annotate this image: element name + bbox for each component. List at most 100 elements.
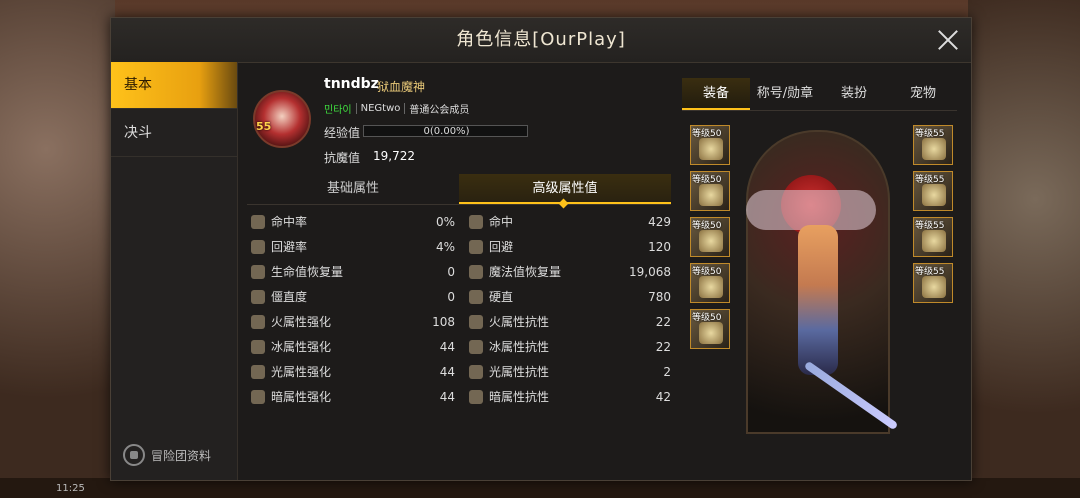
stat-value: 19,068 — [629, 265, 671, 279]
item-icon — [922, 184, 946, 206]
slot-level: 等级55 — [915, 221, 945, 231]
background-left — [0, 0, 115, 498]
stat-row: 暗属性抗性 42 — [465, 386, 671, 408]
equipment-slot[interactable]: 等级50 — [690, 263, 730, 303]
slot-level: 等级55 — [915, 129, 945, 139]
slot-level: 等级55 — [915, 175, 945, 185]
stat-label: 冰属性强化 — [271, 340, 332, 354]
item-icon — [699, 276, 723, 298]
stat-label: 僵直度 — [271, 290, 308, 304]
item-icon — [922, 276, 946, 298]
stat-label: 冰属性抗性 — [489, 340, 550, 354]
equipment-tabs: 装备 称号/勋章 装扮 宠物 — [682, 78, 957, 111]
stat-row: 火属性强化 108 — [247, 311, 455, 333]
stat-row: 魔法值恢复量 19,068 — [465, 261, 671, 283]
light-resist-icon — [469, 365, 483, 379]
stat-value: 4% — [435, 240, 455, 254]
adventure-team-label: 冒险团资料 — [151, 448, 212, 463]
equipment-slot[interactable]: 等级50 — [690, 217, 730, 257]
level-badge: 55 — [256, 120, 272, 133]
item-icon — [699, 138, 723, 160]
exp-label: 经验值 — [324, 126, 361, 140]
tab-pet[interactable]: 宠物 — [889, 78, 957, 110]
character-name: tnndbz — [324, 76, 379, 92]
stat-row: 冰属性抗性 22 — [465, 336, 671, 358]
mp-regen-icon — [469, 265, 483, 279]
stat-value: 108 — [432, 315, 455, 329]
stat-label: 硬直 — [489, 290, 514, 304]
item-icon — [922, 230, 946, 252]
equipment-slot[interactable]: 等级55 — [913, 217, 953, 257]
character-info-panel: 角色信息[OurPlay] 基本 决斗 冒险团资料 55 tnndbz 狱血魔神… — [110, 17, 972, 481]
panel-header: 角色信息[OurPlay] — [111, 18, 971, 63]
evasion-icon — [251, 240, 265, 254]
guild-name: NEGtwo — [360, 103, 401, 114]
stat-label: 命中率 — [271, 215, 308, 229]
ice-icon — [251, 340, 265, 354]
stat-label: 回避 — [489, 240, 514, 254]
stat-label: 火属性抗性 — [489, 315, 550, 329]
guild-tag: 민타이 — [324, 105, 352, 116]
equipment-slot[interactable]: 等级50 — [690, 171, 730, 211]
ice-resist-icon — [469, 340, 483, 354]
stat-label: 火属性强化 — [271, 315, 332, 329]
stat-label: 命中 — [489, 215, 514, 229]
stat-label: 暗属性抗性 — [489, 390, 550, 404]
tab-basic-stats[interactable]: 基础属性 — [247, 174, 459, 204]
stat-label: 光属性强化 — [271, 365, 332, 379]
bottom-bar: 11:25 — [0, 478, 1080, 498]
stat-value: 2 — [663, 365, 671, 379]
tab-avatar[interactable]: 装扮 — [820, 78, 888, 110]
tab-equipment[interactable]: 装备 — [682, 78, 750, 110]
stat-row: 光属性强化 44 — [247, 361, 455, 383]
stat-label: 生命值恢复量 — [271, 265, 344, 279]
clock: 11:25 — [56, 483, 85, 494]
divider — [404, 103, 406, 114]
item-icon — [699, 322, 723, 344]
stat-label: 光属性抗性 — [489, 365, 550, 379]
divider — [355, 103, 357, 114]
panel-title: 角色信息[OurPlay] — [456, 29, 626, 50]
slot-level: 等级50 — [692, 267, 722, 277]
equipment-slot[interactable]: 等级55 — [913, 171, 953, 211]
stat-row: 火属性抗性 22 — [465, 311, 671, 333]
item-icon — [699, 184, 723, 206]
avatar — [253, 90, 311, 148]
guild-rank: 普通公会成员 — [409, 105, 470, 116]
stat-row: 暗属性强化 44 — [247, 386, 455, 408]
guild-info: 민타이 NEGtwo 普通公会成员 — [324, 101, 469, 116]
tab-advanced-stats[interactable]: 高级属性值 — [459, 174, 671, 204]
close-icon[interactable] — [935, 27, 961, 53]
background-right — [968, 0, 1080, 498]
stat-value: 44 — [439, 340, 455, 354]
equipment-slot[interactable]: 等级55 — [913, 263, 953, 303]
stat-row: 命中率 0% — [247, 211, 455, 233]
hit-icon — [469, 215, 483, 229]
slot-level: 等级55 — [915, 267, 945, 277]
item-icon — [699, 230, 723, 252]
adventure-team-button[interactable]: 冒险团资料 — [123, 444, 211, 466]
stat-value: 44 — [439, 365, 455, 379]
equipment-view: 等级50 等级50 等级50 等级50 等级50 等级55 等级55 等级55 等级55 — [686, 115, 958, 455]
sidebar: 基本 决斗 冒险团资料 — [111, 62, 238, 480]
stat-value: 44 — [439, 390, 455, 404]
equipment-slot[interactable]: 等级55 — [913, 125, 953, 165]
magic-resist-value: 19,722 — [373, 149, 415, 163]
stat-row: 回避 120 — [465, 236, 671, 258]
slot-level: 等级50 — [692, 221, 722, 231]
slot-level: 等级50 — [692, 313, 722, 323]
stat-value: 429 — [648, 215, 671, 229]
tab-duel[interactable]: 决斗 — [111, 110, 237, 157]
dodge-icon — [469, 240, 483, 254]
stat-tabs: 基础属性 高级属性值 — [247, 174, 671, 205]
stat-value: 42 — [655, 390, 671, 404]
tab-basic[interactable]: 基本 — [111, 62, 237, 109]
equipment-slot[interactable]: 等级50 — [690, 125, 730, 165]
equipment-slot[interactable]: 等级50 — [690, 309, 730, 349]
character-model[interactable] — [798, 225, 838, 375]
hard-icon — [469, 290, 483, 304]
tab-title-medal[interactable]: 称号/勋章 — [751, 78, 819, 110]
hp-regen-icon — [251, 265, 265, 279]
stat-value: 0% — [435, 215, 455, 229]
stat-row: 冰属性强化 44 — [247, 336, 455, 358]
